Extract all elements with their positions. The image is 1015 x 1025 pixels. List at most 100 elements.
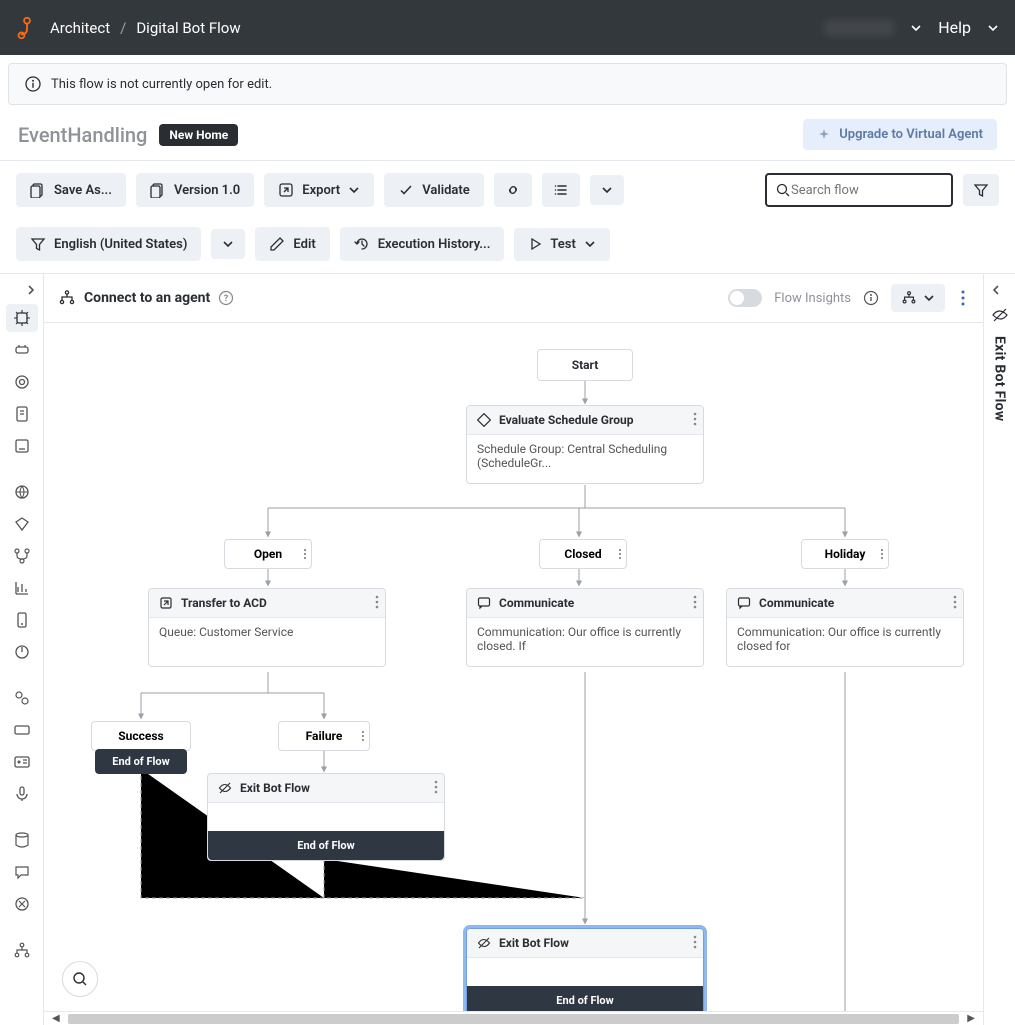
node-exit-bot-1[interactable]: Exit Bot Flow End of Flow — [207, 773, 445, 861]
user-name-redacted[interactable] — [824, 20, 894, 36]
play-icon — [528, 237, 542, 251]
chevron-down-icon — [601, 184, 613, 196]
chevron-down-icon — [584, 238, 596, 250]
scroll-right-icon[interactable]: ▶ — [967, 1013, 975, 1024]
view-mode-dropdown[interactable] — [891, 284, 945, 312]
validate-label: Validate — [422, 183, 470, 198]
flow-insights-toggle[interactable] — [728, 289, 762, 307]
rail-chat-icon[interactable] — [6, 858, 38, 886]
filter-button[interactable] — [963, 174, 999, 206]
toolbar: Save As... Version 1.0 Export Validate E… — [0, 161, 1015, 273]
kebab-icon[interactable] — [361, 730, 365, 742]
test-button[interactable]: Test — [514, 228, 609, 261]
rail-tree-icon[interactable] — [6, 936, 38, 964]
breadcrumb-app[interactable]: Architect — [50, 19, 110, 37]
rail-branch-icon[interactable] — [6, 542, 38, 570]
search-input[interactable] — [791, 183, 943, 198]
rail-globe-icon[interactable] — [6, 478, 38, 506]
kebab-icon[interactable] — [693, 595, 697, 609]
language-dropdown-button[interactable] — [211, 229, 245, 259]
rail-ticket-icon[interactable] — [6, 716, 38, 744]
node-communicate-closed[interactable]: Communicate Communication: Our office is… — [466, 588, 704, 667]
list-button[interactable] — [542, 173, 580, 207]
node-evaluate[interactable]: Evaluate Schedule Group Schedule Group: … — [466, 405, 704, 484]
rail-gears-icon[interactable] — [6, 684, 38, 712]
kebab-icon[interactable] — [693, 935, 697, 949]
node-communicate-holiday[interactable]: Communicate Communication: Our office is… — [726, 588, 964, 667]
rail-diamond-icon[interactable] — [6, 510, 38, 538]
search-flow-input-wrap[interactable] — [765, 173, 953, 207]
breadcrumb-flow[interactable]: Digital Bot Flow — [136, 19, 240, 37]
kebab-icon[interactable] — [434, 780, 438, 794]
node-communicate-closed-title: Communicate — [499, 596, 574, 610]
version-icon — [150, 182, 166, 198]
kebab-icon[interactable] — [375, 595, 379, 609]
info-icon[interactable] — [863, 290, 879, 306]
end-of-flow-success[interactable]: End of Flow — [95, 749, 187, 774]
sparkle-icon — [817, 128, 831, 142]
rail-book-icon[interactable] — [6, 432, 38, 460]
horizontal-scrollbar[interactable]: ◀ ▶ — [44, 1011, 983, 1025]
right-rail-label[interactable]: Exit Bot Flow — [992, 336, 1008, 421]
svg-text:?: ? — [224, 294, 229, 304]
scroll-track[interactable] — [68, 1014, 960, 1024]
branch-success[interactable]: Success — [91, 721, 191, 751]
help-chevron-icon[interactable] — [987, 22, 999, 34]
kebab-icon[interactable] — [693, 412, 697, 426]
link-button[interactable] — [494, 173, 532, 207]
rail-circlex-icon[interactable] — [6, 890, 38, 918]
user-chevron-icon[interactable] — [910, 22, 922, 34]
rail-chart-icon[interactable] — [6, 574, 38, 602]
test-label: Test — [550, 237, 575, 252]
node-exit-bot-2[interactable]: Exit Bot Flow End of Flow — [466, 928, 704, 1011]
scroll-left-icon[interactable]: ◀ — [52, 1013, 60, 1024]
main-layout: Connect to an agent ? Flow Insights — [0, 273, 1015, 1025]
export-button[interactable]: Export — [264, 173, 374, 207]
node-transfer[interactable]: Transfer to ACD Queue: Customer Service — [148, 588, 386, 667]
history-button[interactable]: Execution History... — [340, 227, 505, 261]
rail-mic-icon[interactable] — [6, 780, 38, 808]
save-label: Save As... — [54, 183, 112, 198]
version-button[interactable]: Version 1.0 — [136, 173, 254, 207]
save-button[interactable]: Save As... — [16, 173, 126, 207]
node-start-label: Start — [572, 358, 599, 372]
rail-target-icon[interactable] — [6, 368, 38, 396]
help-link[interactable]: Help — [938, 18, 971, 37]
upgrade-button[interactable]: Upgrade to Virtual Agent — [803, 119, 997, 150]
kebab-icon[interactable] — [953, 595, 957, 609]
kebab-icon[interactable] — [880, 548, 884, 560]
rail-db-icon[interactable] — [6, 826, 38, 854]
rail-device-icon[interactable] — [6, 606, 38, 634]
language-button[interactable]: English (United States) — [16, 227, 201, 261]
canvas[interactable]: Start Evaluate Schedule Group Schedule G… — [44, 323, 983, 1011]
end-of-flow-bar-2: End of Flow — [467, 986, 703, 1011]
left-rail-collapse[interactable] — [0, 280, 43, 300]
history-label: Execution History... — [378, 237, 491, 252]
right-rail-collapse[interactable] — [984, 280, 1015, 300]
kebab-icon[interactable] — [303, 548, 307, 560]
branch-holiday[interactable]: Holiday — [801, 539, 889, 569]
rail-id-icon[interactable] — [6, 748, 38, 776]
rail-doc-icon[interactable] — [6, 400, 38, 428]
edit-button[interactable]: Edit — [255, 227, 329, 261]
flow-insights-label: Flow Insights — [774, 291, 851, 306]
version-label: Version 1.0 — [174, 183, 240, 198]
validate-button[interactable]: Validate — [384, 173, 484, 207]
help-circle-icon[interactable]: ? — [218, 290, 234, 306]
branch-open[interactable]: Open — [224, 539, 312, 569]
branch-closed[interactable]: Closed — [539, 539, 627, 569]
node-communicate-closed-body: Communication: Our office is currently c… — [467, 618, 703, 666]
rail-chip-icon[interactable] — [6, 304, 38, 332]
export-label: Export — [302, 183, 340, 198]
eye-off-icon — [218, 781, 232, 795]
new-home-badge: New Home — [159, 124, 238, 146]
eye-off-icon[interactable] — [991, 306, 1009, 324]
rail-ring-icon[interactable] — [6, 638, 38, 666]
canvas-kebab-icon[interactable] — [957, 286, 969, 310]
kebab-icon[interactable] — [618, 548, 622, 560]
branch-failure[interactable]: Failure — [278, 721, 370, 751]
rail-plug-icon[interactable] — [6, 336, 38, 364]
list-dropdown-button[interactable] — [590, 175, 624, 205]
zoom-search-button[interactable] — [62, 961, 98, 997]
node-start[interactable]: Start — [537, 349, 633, 381]
